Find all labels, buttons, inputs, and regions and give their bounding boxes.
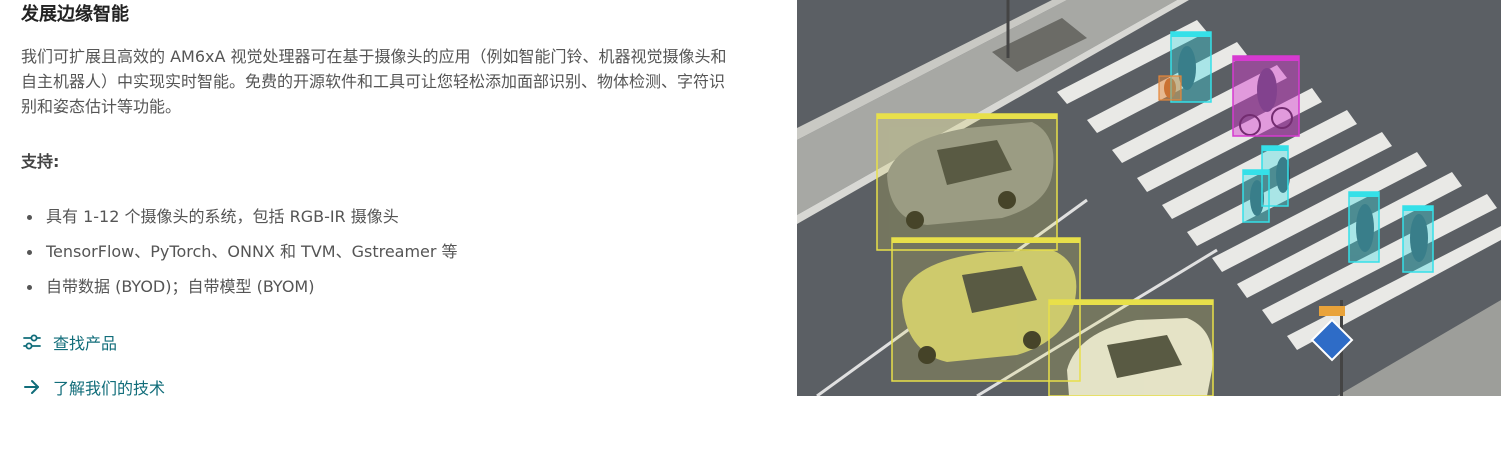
- list-item: TensorFlow、PyTorch、ONNX 和 TVM、Gstreamer …: [21, 239, 458, 274]
- feature-list: 具有 1-12 个摄像头的系统，包括 RGB-IR 摄像头 TensorFlow…: [21, 204, 458, 309]
- section-title: 发展边缘智能: [21, 4, 129, 25]
- learn-technology-link[interactable]: 了解我们的技术: [21, 375, 165, 399]
- section-description: 我们可扩展且高效的 AM6xA 视觉处理器可在基于摄像头的应用（例如智能门铃、机…: [21, 47, 727, 116]
- sliders-icon: [21, 331, 43, 353]
- list-item: 具有 1-12 个摄像头的系统，包括 RGB-IR 摄像头: [21, 204, 458, 239]
- list-item: 自带数据 (BYOD)；自带模型 (BYOM): [21, 274, 458, 309]
- find-products-label: 查找产品: [53, 334, 118, 353]
- object-detection-image: [797, 0, 1501, 396]
- arrow-right-icon: [21, 376, 43, 398]
- find-products-link[interactable]: 查找产品: [21, 330, 117, 354]
- support-heading: 支持:: [21, 152, 60, 171]
- street-scene-illustration: [797, 0, 1501, 396]
- learn-technology-label: 了解我们的技术: [53, 379, 166, 398]
